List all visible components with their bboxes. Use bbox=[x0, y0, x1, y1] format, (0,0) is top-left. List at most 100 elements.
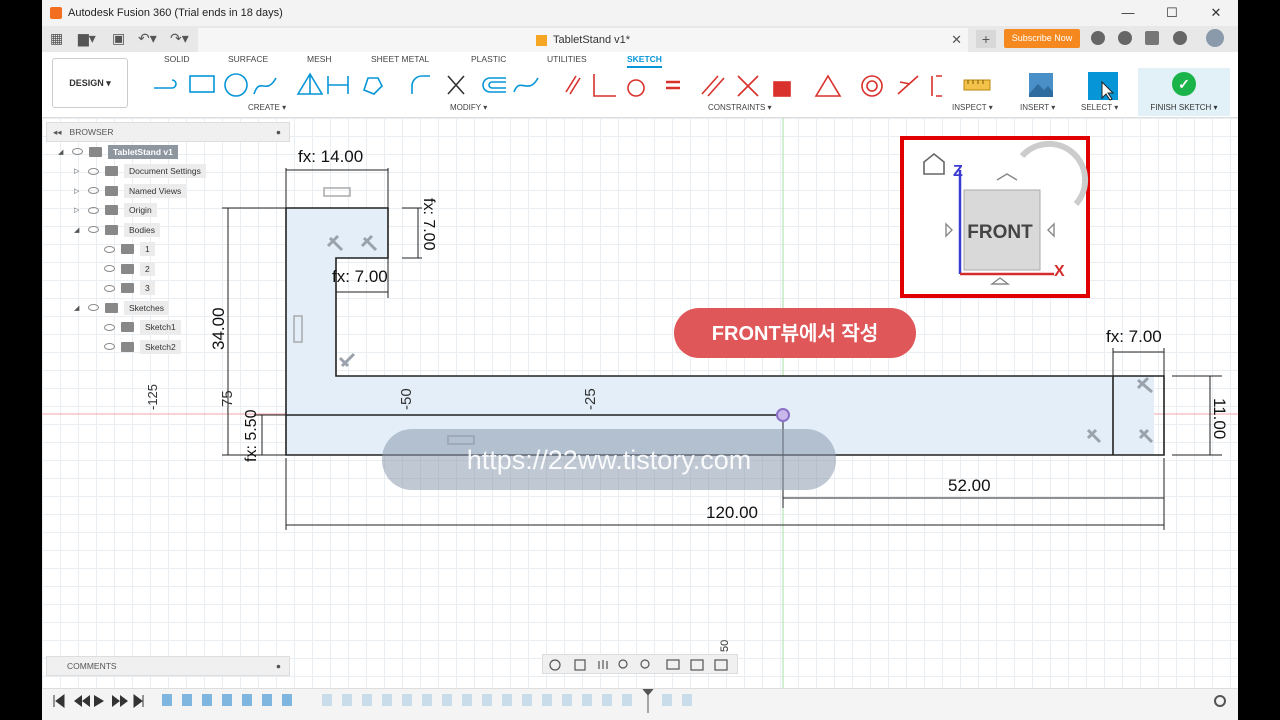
fillet-tool-icon[interactable] bbox=[411, 75, 430, 94]
line-tool-icon[interactable] bbox=[154, 79, 177, 89]
inspect-menu[interactable]: INSPECT ▾ bbox=[952, 103, 993, 112]
browser-item[interactable]: 2 bbox=[46, 259, 290, 279]
visibility-eye-icon[interactable] bbox=[88, 206, 99, 214]
browser-item[interactable]: ▷ Document Settings bbox=[46, 162, 290, 182]
trim-tool-icon[interactable] bbox=[447, 75, 465, 95]
dim-width-top[interactable]: fx: 14.00 bbox=[298, 147, 363, 166]
triangle-tool-icon[interactable] bbox=[296, 72, 324, 95]
extensions-icon[interactable] bbox=[1091, 31, 1105, 45]
insert-menu[interactable]: INSERT ▾ bbox=[1020, 103, 1055, 112]
look-at-icon[interactable] bbox=[574, 659, 586, 671]
constraints-menu[interactable]: CONSTRAINTS ▾ bbox=[708, 103, 772, 112]
visibility-eye-icon[interactable] bbox=[104, 343, 115, 351]
dim-lip-width[interactable]: fx: 7.00 bbox=[332, 267, 388, 286]
visibility-eye-icon[interactable] bbox=[88, 226, 99, 234]
fix-icon[interactable] bbox=[931, 75, 942, 97]
close-tab-icon[interactable]: ✕ bbox=[951, 32, 962, 48]
go-to-end-icon[interactable] bbox=[133, 694, 144, 708]
curve-tool-icon[interactable] bbox=[513, 77, 539, 93]
maximize-icon[interactable]: ☐ bbox=[1150, 0, 1194, 26]
display-settings-icon[interactable] bbox=[666, 659, 680, 670]
timeline-marker[interactable] bbox=[641, 688, 655, 713]
spline-tool-icon[interactable] bbox=[253, 77, 277, 95]
parallel-icon[interactable] bbox=[701, 75, 725, 97]
tangent-icon[interactable] bbox=[627, 79, 645, 97]
tab-mesh[interactable]: MESH bbox=[307, 54, 332, 64]
symmetry-icon[interactable] bbox=[814, 74, 842, 97]
expand-toggle-icon[interactable]: ◢ bbox=[74, 226, 82, 234]
lock-icon[interactable] bbox=[773, 81, 791, 97]
finish-sketch-button[interactable]: ✓ FINISH SKETCH ▾ bbox=[1138, 68, 1230, 116]
browser-item[interactable]: ▷ Origin bbox=[46, 201, 290, 221]
go-to-start-icon[interactable] bbox=[53, 694, 65, 708]
tab-surface[interactable]: SURFACE bbox=[228, 54, 268, 64]
equal-icon[interactable] bbox=[666, 80, 680, 90]
undo-icon[interactable]: ↶▾ bbox=[138, 30, 157, 47]
grid-settings-icon[interactable] bbox=[690, 659, 704, 671]
browser-item[interactable]: 1 bbox=[46, 240, 290, 260]
visibility-eye-icon[interactable] bbox=[88, 167, 99, 175]
dim-lip-height[interactable]: fx: 7.00 bbox=[420, 198, 437, 251]
job-status-icon[interactable] bbox=[1118, 31, 1132, 45]
comments-panel[interactable]: COMMENTS ● bbox=[46, 656, 290, 676]
step-back-icon[interactable] bbox=[74, 695, 90, 707]
expand-toggle-icon[interactable]: ◢ bbox=[58, 148, 66, 156]
timeline-features[interactable] bbox=[162, 694, 292, 706]
coincident-icon[interactable] bbox=[565, 75, 581, 95]
perpendicular-icon[interactable] bbox=[593, 74, 616, 97]
zoom-icon[interactable] bbox=[618, 659, 628, 669]
tab-sketch[interactable]: SKETCH bbox=[627, 54, 662, 68]
play-icon[interactable] bbox=[94, 695, 104, 707]
view-cube[interactable]: FRONT Z X bbox=[900, 136, 1090, 298]
select-icon[interactable] bbox=[1086, 72, 1120, 102]
rectangle-tool-icon[interactable] bbox=[189, 75, 215, 93]
dim-right-span[interactable]: 52.00 bbox=[948, 476, 991, 495]
circle-tool-icon[interactable] bbox=[224, 73, 248, 97]
expand-toggle-icon[interactable]: ◢ bbox=[74, 304, 82, 312]
sketch-origin-point[interactable] bbox=[776, 408, 790, 422]
offset-tool-icon[interactable] bbox=[482, 77, 506, 93]
select-menu[interactable]: SELECT ▾ bbox=[1081, 103, 1118, 112]
notifications-icon[interactable] bbox=[1145, 31, 1159, 45]
minimize-icon[interactable]: — bbox=[1106, 0, 1150, 26]
file-menu-icon[interactable]: ▆▾ bbox=[78, 30, 96, 47]
visibility-eye-icon[interactable] bbox=[104, 323, 115, 331]
subscribe-button[interactable]: Subscribe Now bbox=[1004, 29, 1080, 48]
expand-toggle-icon[interactable]: ▷ bbox=[74, 187, 82, 195]
fit-icon[interactable] bbox=[640, 659, 650, 669]
comments-pin-icon[interactable]: ● bbox=[276, 657, 281, 675]
dim-base-offset[interactable]: fx: 5.50 bbox=[243, 409, 260, 462]
dim-end-height[interactable]: 11.00 bbox=[1210, 398, 1229, 439]
orbit-icon[interactable] bbox=[549, 659, 561, 671]
visibility-eye-icon[interactable] bbox=[104, 265, 115, 273]
timeline-settings-icon[interactable] bbox=[1214, 695, 1226, 707]
collapse-browser-icon[interactable]: ◂◂ bbox=[53, 127, 62, 138]
browser-pin-icon[interactable]: ● bbox=[276, 127, 281, 137]
document-tab[interactable]: TabletStand v1* ✕ bbox=[198, 28, 968, 52]
polygon-tool-icon[interactable] bbox=[363, 77, 383, 95]
midpoint-icon[interactable] bbox=[897, 75, 919, 95]
help-icon[interactable] bbox=[1173, 31, 1187, 45]
expand-toggle-icon[interactable]: ▷ bbox=[74, 206, 82, 214]
new-tab-button[interactable]: + bbox=[976, 30, 996, 48]
tab-plastic[interactable]: PLASTIC bbox=[471, 54, 506, 64]
timeline-suppressed-features[interactable] bbox=[322, 694, 692, 706]
browser-item[interactable]: ▷ Named Views bbox=[46, 181, 290, 201]
create-menu[interactable]: CREATE ▾ bbox=[248, 103, 286, 112]
measure-icon[interactable] bbox=[960, 72, 994, 100]
pan-icon[interactable] bbox=[598, 660, 608, 669]
save-icon[interactable]: ▣ bbox=[112, 30, 125, 47]
perp-cross-icon[interactable] bbox=[737, 75, 759, 97]
browser-item[interactable]: Sketch2 bbox=[46, 337, 290, 357]
tab-utilities[interactable]: UTILITIES bbox=[547, 54, 587, 64]
step-forward-icon[interactable] bbox=[112, 695, 128, 707]
visibility-eye-icon[interactable] bbox=[88, 304, 99, 312]
visibility-eye-icon[interactable] bbox=[104, 245, 115, 253]
modify-menu[interactable]: MODIFY ▾ bbox=[450, 103, 487, 112]
dim-end-width[interactable]: fx: 7.00 bbox=[1106, 327, 1162, 346]
browser-item[interactable]: Sketch1 bbox=[46, 318, 290, 338]
app-grid-icon[interactable]: ▦ bbox=[50, 30, 63, 47]
expand-toggle-icon[interactable]: ▷ bbox=[74, 167, 82, 175]
dim-total-length[interactable]: 120.00 bbox=[706, 503, 758, 522]
redo-icon[interactable]: ↷▾ bbox=[170, 30, 189, 47]
